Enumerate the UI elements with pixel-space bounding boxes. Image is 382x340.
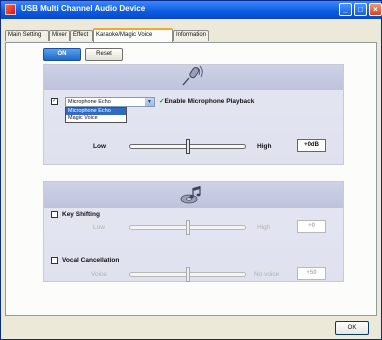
mic-high-label: High xyxy=(257,143,272,150)
title-bar[interactable]: USB Multi Channel Audio Device _ □ × xyxy=(1,1,382,19)
chevron-down-icon[interactable]: ▼ xyxy=(145,98,154,106)
audio-device-window: USB Multi Channel Audio Device _ □ × Mai… xyxy=(0,0,382,340)
tab-information[interactable]: Information xyxy=(173,30,209,41)
close-button[interactable]: × xyxy=(369,3,382,16)
mic-level-value: +0dB xyxy=(297,139,326,152)
key-shifting-low-label: Low xyxy=(93,224,105,231)
enable-playback-text: Enable Microphone Playback xyxy=(164,98,255,105)
ok-button[interactable]: OK xyxy=(335,321,369,335)
vocal-cancellation-value: +50 xyxy=(297,267,326,280)
option-microphone-echo[interactable]: Microphone Echo xyxy=(66,108,126,115)
app-icon xyxy=(5,4,16,15)
tab-mixer[interactable]: Mixer xyxy=(49,30,70,41)
effect-dropdown-list: Microphone Echo Magic Voice xyxy=(65,107,127,123)
key-shifting-slider-thumb[interactable] xyxy=(185,220,190,235)
tab-effect[interactable]: Effect xyxy=(70,30,93,41)
window-title: USB Multi Channel Audio Device xyxy=(21,4,146,13)
option-magic-voice[interactable]: Magic Voice xyxy=(66,115,126,122)
maximize-button[interactable]: □ xyxy=(354,3,367,16)
vocal-cancellation-label[interactable]: Vocal Cancellation xyxy=(62,257,119,264)
enable-playback-label[interactable]: ✓Enable Microphone Playback xyxy=(159,97,254,105)
vocal-cancellation-low-label: Voice xyxy=(91,271,107,278)
tab-main-setting[interactable]: Main Setting xyxy=(5,30,49,41)
vocal-cancellation-high-label: No voice xyxy=(254,271,280,278)
music-note-icon xyxy=(180,186,201,204)
key-shifting-value: +0 xyxy=(297,220,326,233)
vocal-cancellation-checkbox[interactable] xyxy=(51,257,58,264)
tab-karaoke-magic-voice[interactable]: Karaoke/Magic Voice xyxy=(93,28,173,42)
minimize-button[interactable]: _ xyxy=(339,3,352,16)
on-button[interactable]: ON xyxy=(43,48,81,61)
mic-low-label: Low xyxy=(93,143,106,150)
reset-button[interactable]: Reset xyxy=(85,48,123,61)
microphone-echo-checkbox[interactable]: ✓ xyxy=(51,98,58,105)
mic-level-slider-thumb[interactable] xyxy=(185,139,190,154)
effect-select[interactable]: Microphone Echo ▼ xyxy=(65,97,155,107)
microphone-icon xyxy=(182,65,203,86)
vocal-cancellation-slider-thumb[interactable] xyxy=(185,267,190,282)
key-shifting-checkbox[interactable] xyxy=(51,211,58,218)
effect-select-value: Microphone Echo xyxy=(68,99,111,105)
key-shifting-label[interactable]: Key Shifting xyxy=(62,211,100,218)
key-shifting-high-label: High xyxy=(257,224,271,231)
